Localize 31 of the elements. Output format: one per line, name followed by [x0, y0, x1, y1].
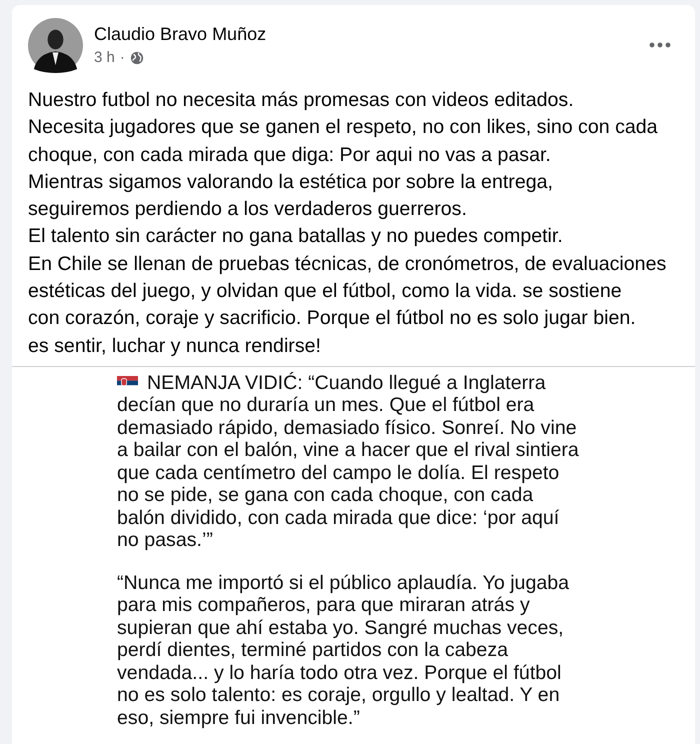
quote-text-line: demasiado rápido, demasiado físico. Sonreí. No vine: [117, 416, 577, 440]
quote-text-line: decían que no duraría un mes. Que el fútbol era: [117, 394, 534, 417]
post-text-line: choque, con cada mirada que diga: Por aqui no vas a pasar.: [28, 142, 552, 168]
quote-text-line: para mis compañeros, para que miraran atrás y: [117, 594, 530, 617]
post-text-line: Mientras sigamos valorando la estética por sobre la entrega,: [28, 170, 554, 195]
post-text-line: seguiremos perdiendo a los verdaderos guerreros.: [28, 197, 468, 222]
quote-text-line: no es solo talento: es coraje, orgullo y lealtad. Y en: [117, 684, 560, 707]
quote-text-line: a bailar con el balón, vine a hacer que el rival sintiera: [117, 439, 579, 462]
post-text-line: El talento sin carácter no gana batallas y no puedes competir.: [28, 224, 564, 250]
quote-text-line: “Nunca me importó si el público aplaudía. Yo jugaba: [117, 572, 570, 594]
post-time[interactable]: 3 h: [94, 49, 115, 66]
quote-text-line: vendada... y lo haría todo otra vez. Porque el fútbol: [117, 662, 562, 684]
quote-text-line: que cada centímetro del campo le dolía. El respeto: [117, 462, 560, 484]
avatar[interactable]: [28, 18, 83, 72]
author-name[interactable]: Claudio Bravo Muñoz: [94, 24, 266, 45]
quote-text-line: no se pide, se gana con cada choque, con cada: [117, 484, 534, 507]
quote-text-line: NEMANJA VIDIĆ: “Cuando llegué a Inglaterra: [147, 372, 546, 394]
post-text-line: En Chile se llenan de pruebas técnicas, de cronómetros, de evaluaciones: [28, 252, 668, 277]
post-text-line: Necesita jugadores que se ganen el respeto, no con likes, sino con cada: [28, 115, 659, 140]
quote-text-line: eso, siempre fui invencible.”: [117, 706, 360, 730]
post-text-line: Nuestro futbol no necesita más promesas con videos editados.: [28, 88, 575, 113]
globe-icon: [130, 50, 144, 64]
post-text-line: es sentir, luchar y nunca rendirse!: [28, 334, 322, 359]
more-options-icon[interactable]: [649, 42, 671, 48]
quote-text-line: balón dividido, con cada mirada que dice: ‘por aquí: [117, 506, 560, 530]
quote-text-line: perdí dientes, terminé partidos con la cabeza: [117, 639, 508, 662]
separator: ·: [120, 49, 125, 66]
post-text-line: estéticas del juego, y olvidan que el fútbol, como la vida. se sostiene: [28, 279, 623, 304]
quote-text-line: no pasas.’”: [117, 529, 213, 552]
post-text-line: con corazón, coraje y sacrificio. Porque el fútbol no es solo jugar bien.: [28, 306, 637, 332]
quote-text-line: supieran que ahí estaba yo. Sangré muchas veces,: [117, 616, 564, 640]
